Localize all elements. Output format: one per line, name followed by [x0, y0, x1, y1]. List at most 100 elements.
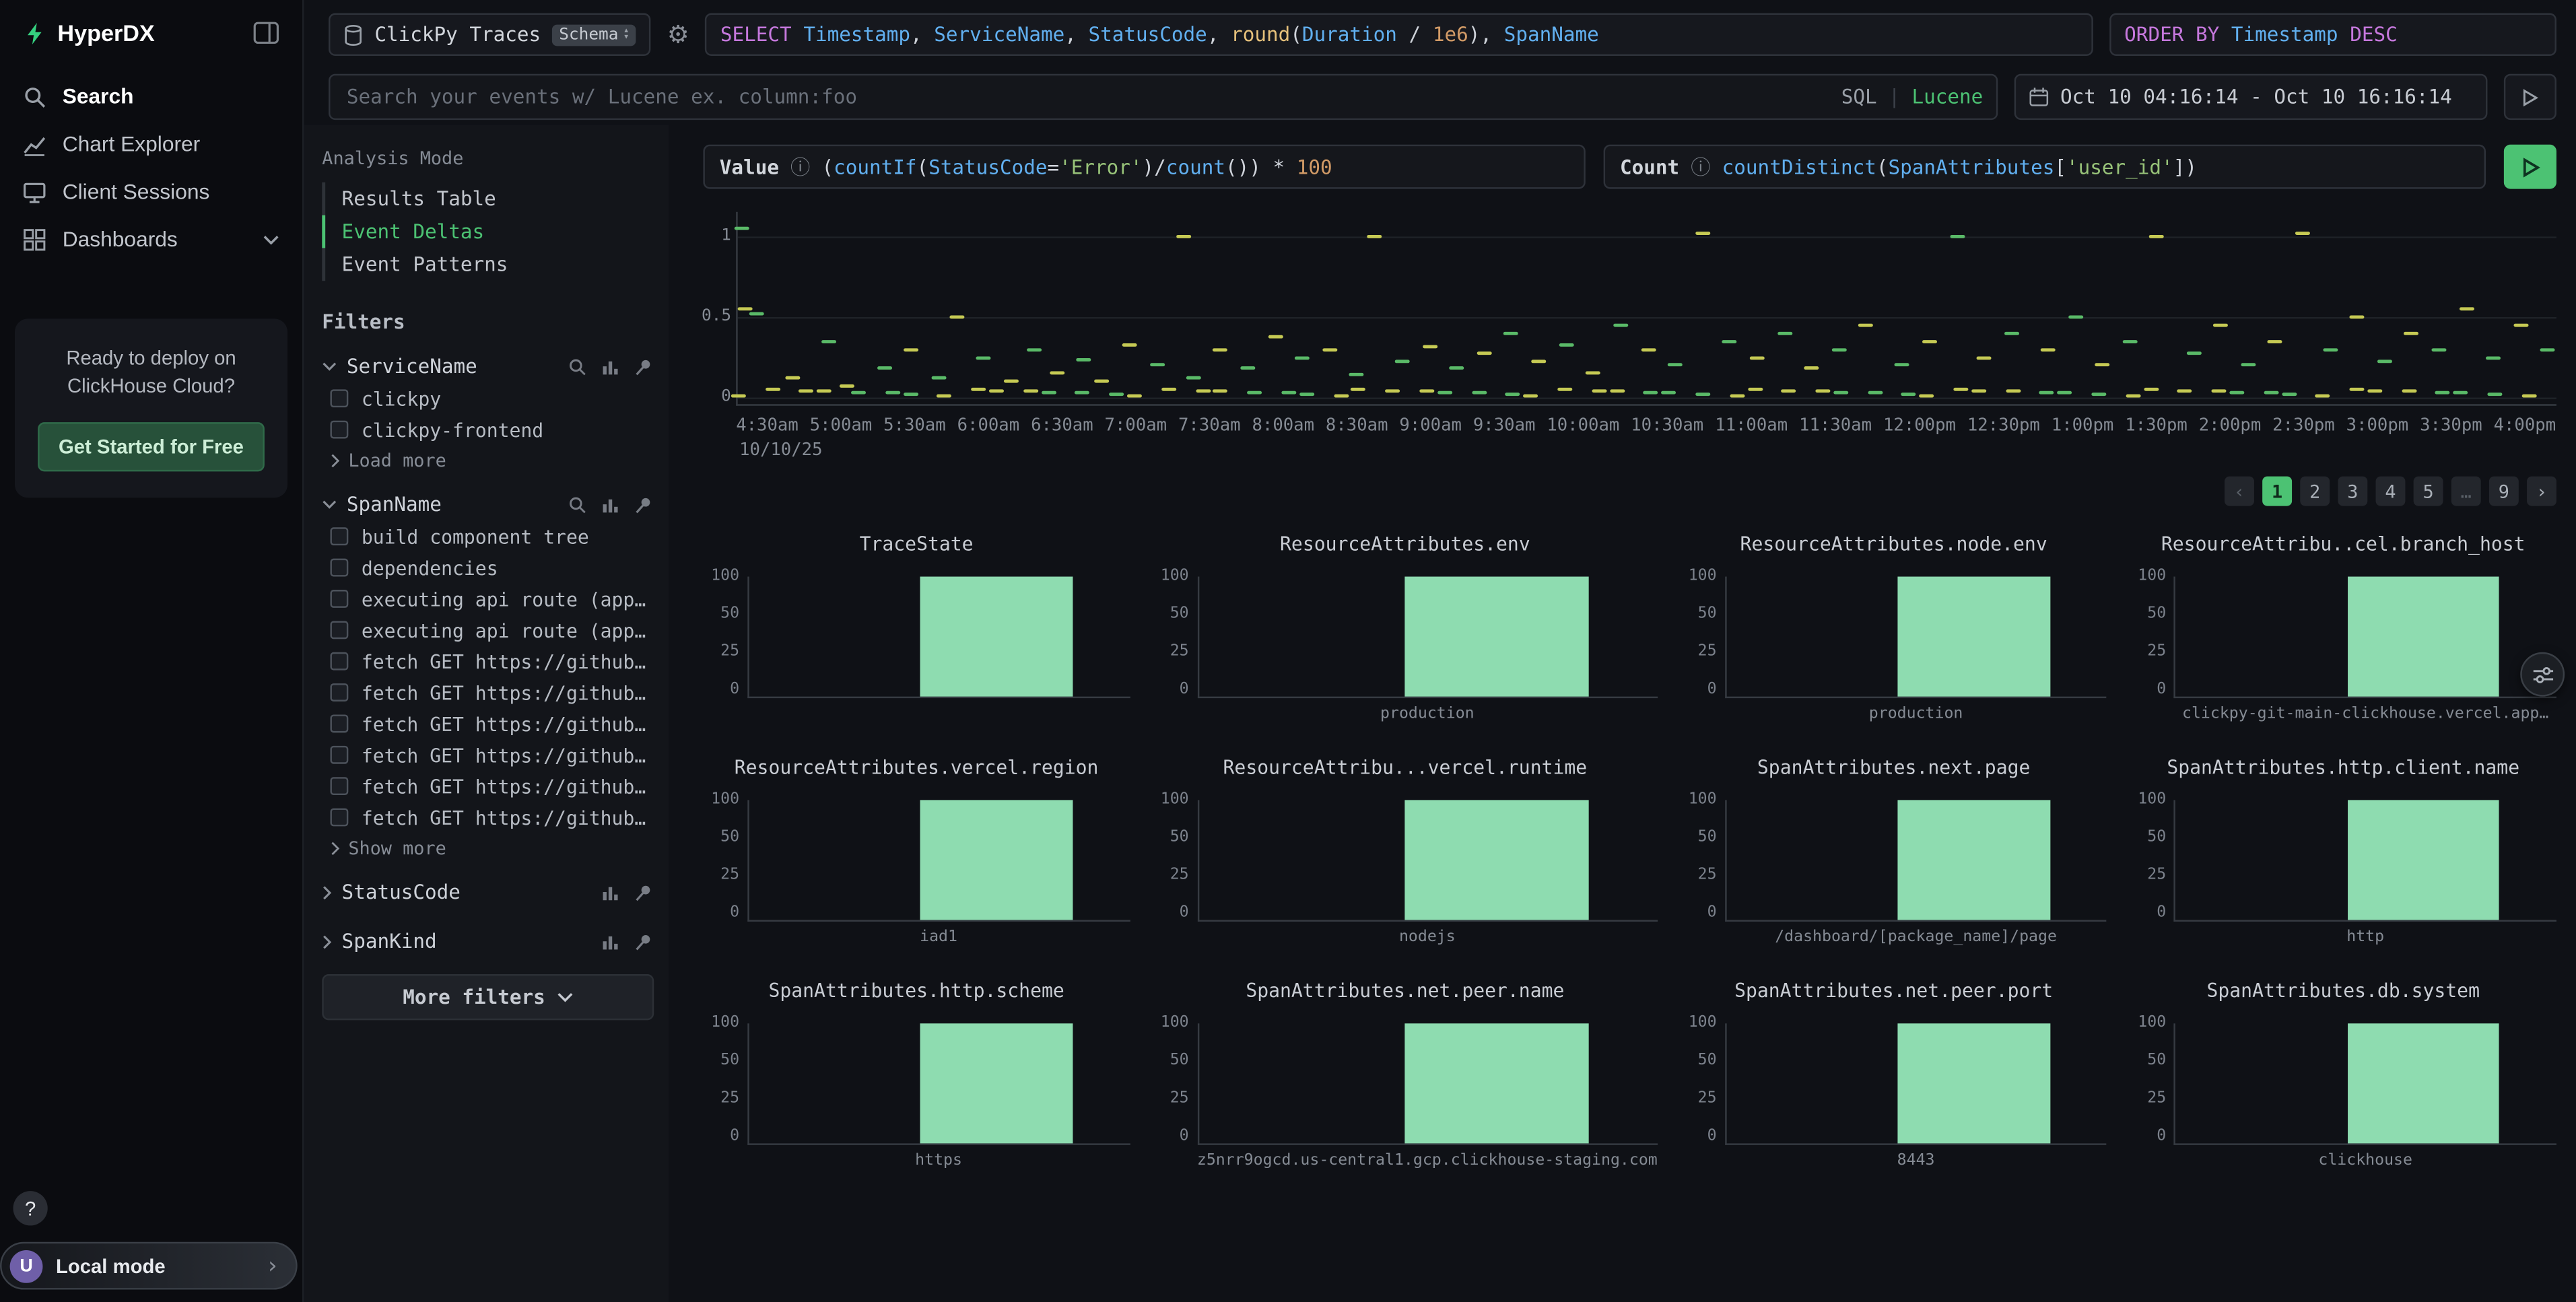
- checkbox[interactable]: [330, 652, 348, 671]
- local-mode-button[interactable]: U Local mode ›: [0, 1242, 298, 1290]
- analysis-mode-event-deltas[interactable]: Event Deltas: [322, 215, 652, 248]
- pagination-page-9[interactable]: 9: [2489, 477, 2519, 506]
- filter-chart-icon[interactable]: [601, 932, 619, 951]
- analysis-mode-event-patterns[interactable]: Event Patterns: [322, 248, 652, 281]
- checkbox[interactable]: [330, 389, 348, 407]
- mini-chart[interactable]: SpanAttributes.net.peer.name10050250z5nr…: [1153, 979, 1658, 1169]
- help-button[interactable]: ?: [13, 1191, 48, 1225]
- sidebar-item-dashboards[interactable]: Dashboards: [0, 215, 302, 263]
- mini-bar[interactable]: [1405, 1023, 1589, 1143]
- filter-chart-icon[interactable]: [601, 495, 619, 514]
- filter-option[interactable]: executing api route (app)…: [322, 615, 652, 646]
- mode-lucene-toggle[interactable]: Lucene: [1912, 85, 1984, 108]
- filter-group-header-spankind[interactable]: SpanKind: [322, 925, 652, 958]
- pagination-next[interactable]: ›: [2527, 477, 2556, 506]
- mini-bar[interactable]: [920, 800, 1073, 920]
- filter-group-header-servicename[interactable]: ServiceName: [322, 350, 652, 383]
- filter-option[interactable]: executing api route (app)…: [322, 583, 652, 614]
- order-by-editor[interactable]: ORDER BY Timestamp DESC: [2109, 13, 2556, 56]
- run-query-button[interactable]: [2504, 145, 2556, 189]
- submit-search-button[interactable]: [2504, 74, 2556, 120]
- mini-chart[interactable]: ResourceAttributes.node.env10050250produ…: [1681, 533, 2107, 723]
- checkbox[interactable]: [330, 683, 348, 701]
- filter-group-header-spanname[interactable]: SpanName: [322, 488, 652, 521]
- more-filters-button[interactable]: More filters: [322, 974, 654, 1020]
- pin-icon[interactable]: [634, 357, 652, 376]
- event-deltas-chart[interactable]: 10.50 4:30am5:00am5:30am6:00am6:30am7:00…: [703, 212, 2556, 460]
- chart-settings-button[interactable]: [2520, 652, 2565, 697]
- filter-group-header-statuscode[interactable]: StatusCode: [322, 876, 652, 909]
- sidebar-item-search[interactable]: Search: [0, 72, 302, 120]
- filter-chart-icon[interactable]: [601, 883, 619, 901]
- mini-bar[interactable]: [920, 577, 1073, 697]
- mini-bar[interactable]: [2347, 800, 2499, 920]
- filter-option[interactable]: clickpy-frontend: [322, 414, 652, 445]
- checkbox[interactable]: [330, 621, 348, 639]
- pin-icon[interactable]: [634, 495, 652, 514]
- checkbox[interactable]: [330, 746, 348, 764]
- pin-icon[interactable]: [634, 932, 652, 951]
- pagination-page-5[interactable]: 5: [2414, 477, 2443, 506]
- mini-bar[interactable]: [920, 1023, 1073, 1143]
- analysis-mode-results-table[interactable]: Results Table: [322, 182, 652, 215]
- sidebar-collapse-icon[interactable]: [253, 22, 279, 44]
- mini-bar[interactable]: [1898, 800, 2050, 920]
- schema-badge[interactable]: Schema ▴▾: [553, 24, 636, 45]
- pagination-prev[interactable]: ‹: [2225, 477, 2254, 506]
- filter-search-icon[interactable]: [568, 495, 586, 514]
- source-select[interactable]: ClickPy Traces Schema ▴▾: [329, 13, 650, 56]
- mini-chart[interactable]: SpanAttributes.http.scheme10050250https: [703, 979, 1129, 1169]
- filter-option[interactable]: fetch GET https://github.…: [322, 739, 652, 770]
- checkbox[interactable]: [330, 421, 348, 439]
- gear-icon[interactable]: ⚙: [667, 20, 689, 49]
- mini-bar[interactable]: [2347, 577, 2499, 697]
- checkbox[interactable]: [330, 809, 348, 827]
- sidebar-item-chart-explorer[interactable]: Chart Explorer: [0, 120, 302, 168]
- sql-select-editor[interactable]: SELECT Timestamp, ServiceName, StatusCod…: [706, 13, 2093, 56]
- get-started-button[interactable]: Get Started for Free: [37, 422, 265, 471]
- mini-chart[interactable]: ResourceAttributes.vercel.region10050250…: [703, 755, 1129, 946]
- count-expression-input[interactable]: Count ⓘ countDistinct(SpanAttributes['us…: [1604, 145, 2486, 189]
- mini-chart[interactable]: SpanAttributes.db.system10050250clickhou…: [2130, 979, 2556, 1169]
- filter-option[interactable]: build component tree: [322, 521, 652, 552]
- checkbox[interactable]: [330, 777, 348, 795]
- checkbox[interactable]: [330, 527, 348, 545]
- show-more-link[interactable]: Show more: [322, 833, 652, 859]
- pagination-page-4[interactable]: 4: [2376, 477, 2406, 506]
- checkbox[interactable]: [330, 590, 348, 608]
- mini-chart[interactable]: ResourceAttributes.env10050250production: [1153, 533, 1658, 723]
- mini-chart[interactable]: ResourceAttribu...vercel.runtime10050250…: [1153, 755, 1658, 946]
- mini-chart[interactable]: SpanAttributes.http.client.name10050250h…: [2130, 755, 2556, 946]
- value-expression-input[interactable]: Value ⓘ (countIf(StatusCode='Error')/cou…: [703, 145, 1585, 189]
- filter-chart-icon[interactable]: [601, 357, 619, 376]
- checkbox[interactable]: [330, 559, 348, 577]
- filter-option[interactable]: fetch GET https://github.…: [322, 770, 652, 801]
- pagination-page-2[interactable]: 2: [2300, 477, 2330, 506]
- mode-sql-toggle[interactable]: SQL: [1841, 85, 1877, 108]
- filter-option[interactable]: fetch GET https://github.…: [322, 646, 652, 677]
- mini-chart[interactable]: SpanAttributes.next.page10050250/dashboa…: [1681, 755, 2107, 946]
- pagination-page-3[interactable]: 3: [2338, 477, 2367, 506]
- checkbox[interactable]: [330, 714, 348, 732]
- load-more-link[interactable]: Load more: [322, 445, 652, 471]
- filter-option[interactable]: fetch GET https://github.…: [322, 802, 652, 833]
- mini-chart[interactable]: SpanAttributes.net.peer.port100502508443: [1681, 979, 2107, 1169]
- search-input[interactable]: [343, 83, 1830, 110]
- mini-bar[interactable]: [1405, 577, 1589, 697]
- sidebar-item-client-sessions[interactable]: Client Sessions: [0, 168, 302, 215]
- deltas-plot-area[interactable]: 10.50: [736, 212, 2556, 406]
- date-range-picker[interactable]: Oct 10 04:16:14 - Oct 10 16:16:14: [2014, 74, 2488, 120]
- mini-bar[interactable]: [1898, 577, 2050, 697]
- mini-bar[interactable]: [1405, 800, 1589, 920]
- filter-option[interactable]: clickpy: [322, 383, 652, 414]
- filter-option[interactable]: dependencies: [322, 552, 652, 583]
- filter-option[interactable]: fetch GET https://github.…: [322, 708, 652, 739]
- mini-chart[interactable]: ResourceAttribu..cel.branch_host10050250…: [2130, 533, 2556, 723]
- mini-bar[interactable]: [2347, 1023, 2499, 1143]
- mini-chart[interactable]: TraceState10050250: [703, 533, 1129, 723]
- filter-option[interactable]: fetch GET https://github.…: [322, 677, 652, 708]
- filter-search-icon[interactable]: [568, 357, 586, 376]
- mini-bar[interactable]: [1898, 1023, 2050, 1143]
- pagination-page-1[interactable]: 1: [2262, 477, 2292, 506]
- pin-icon[interactable]: [634, 883, 652, 901]
